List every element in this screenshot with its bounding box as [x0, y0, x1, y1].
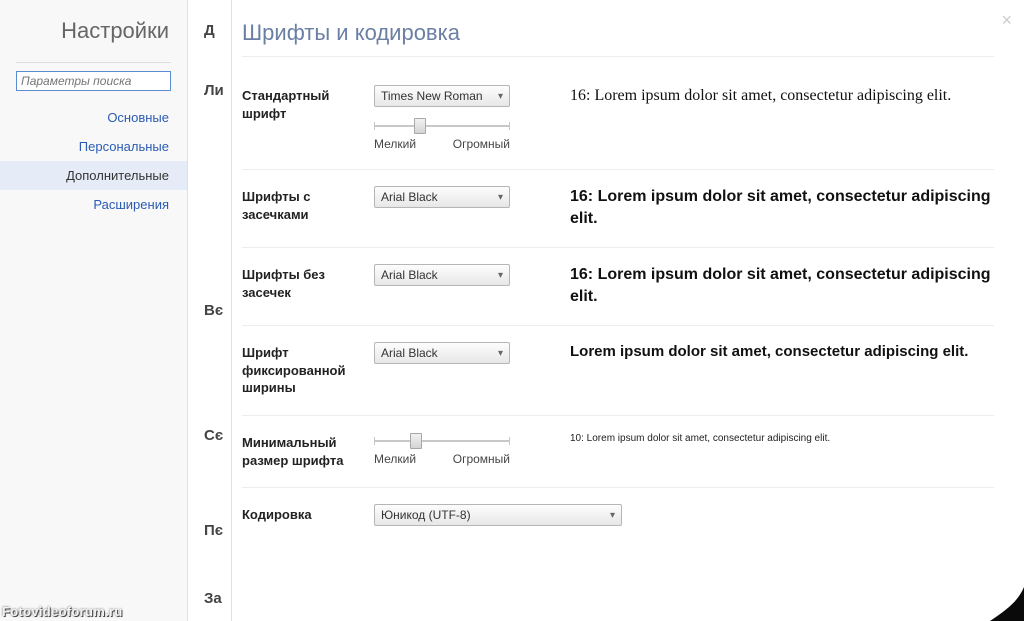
slider-min-label: Мелкий: [374, 452, 416, 466]
mid-label-1: Ли: [204, 82, 230, 99]
serif-font-select[interactable]: Arial Black: [374, 186, 510, 208]
sidebar-title: Настройки: [0, 12, 187, 62]
min-size-slider[interactable]: [374, 432, 510, 450]
sidebar-nav: Основные Персональные Дополнительные Рас…: [0, 103, 187, 219]
slider-thumb-icon[interactable]: [414, 118, 426, 134]
row-label-standard: Стандартный шрифт: [242, 85, 374, 151]
standard-font-preview: 16: Lorem ipsum dolor sit amet, consecte…: [534, 85, 994, 151]
row-min-size: Минимальный размер шрифта Мелкий Огромны…: [242, 422, 994, 488]
sans-font-preview: 16: Lorem ipsum dolor sit amet, consecte…: [534, 264, 994, 307]
serif-font-value: Arial Black: [381, 190, 438, 204]
mid-label-5: За: [204, 590, 230, 607]
sans-font-value: Arial Black: [381, 268, 438, 282]
sidebar-divider: [16, 62, 171, 63]
sans-font-select[interactable]: Arial Black: [374, 264, 510, 286]
row-label-minsize: Минимальный размер шрифта: [242, 432, 374, 469]
row-standard-font: Стандартный шрифт Times New Roman Мелкий…: [242, 75, 994, 170]
slider-min-label: Мелкий: [374, 137, 416, 151]
underlying-panel-strip: Д Ли Вє Сє Пє За: [188, 0, 232, 621]
serif-font-preview: 16: Lorem ipsum dolor sit amet, consecte…: [534, 186, 994, 229]
fixed-font-preview: Lorem ipsum dolor sit amet, consectetur …: [534, 342, 994, 397]
sidebar-item-general[interactable]: Основные: [0, 103, 187, 132]
row-label-encoding: Кодировка: [242, 504, 374, 526]
panel-title: Шрифты и кодировка: [242, 20, 994, 57]
encoding-select[interactable]: Юникод (UTF-8): [374, 504, 622, 526]
settings-sidebar: Настройки Основные Персональные Дополнит…: [0, 0, 188, 621]
encoding-value: Юникод (UTF-8): [381, 508, 471, 522]
fixed-font-select[interactable]: Arial Black: [374, 342, 510, 364]
row-serif-font: Шрифты с засечками Arial Black 16: Lorem…: [242, 176, 994, 248]
watermark-text: Fotovideoforum.ru: [2, 604, 123, 619]
mid-label-3: Сє: [204, 427, 230, 444]
row-fixed-font: Шрифт фиксированной ширины Arial Black L…: [242, 332, 994, 416]
search-input[interactable]: [16, 71, 171, 91]
row-encoding: Кодировка Юникод (UTF-8): [242, 494, 994, 544]
standard-font-select[interactable]: Times New Roman: [374, 85, 510, 107]
fonts-encoding-panel: × Шрифты и кодировка Стандартный шрифт T…: [232, 0, 1024, 621]
standard-font-value: Times New Roman: [381, 89, 483, 103]
corner-decoration: [990, 587, 1024, 621]
fixed-font-value: Arial Black: [381, 346, 438, 360]
close-icon[interactable]: ×: [1001, 10, 1012, 31]
standard-font-size-slider[interactable]: [374, 117, 510, 135]
mid-label-2: Вє: [204, 302, 230, 319]
mid-label-4: Пє: [204, 522, 230, 539]
slider-max-label: Огромный: [453, 137, 510, 151]
minsize-preview: 10: Lorem ipsum dolor sit amet, consecte…: [534, 432, 994, 469]
mid-label-0: Д: [204, 22, 230, 39]
slider-max-label: Огромный: [453, 452, 510, 466]
sidebar-item-personal[interactable]: Персональные: [0, 132, 187, 161]
sidebar-item-extensions[interactable]: Расширения: [0, 190, 187, 219]
row-label-fixed: Шрифт фиксированной ширины: [242, 342, 374, 397]
row-label-serif: Шрифты с засечками: [242, 186, 374, 229]
row-sans-font: Шрифты без засечек Arial Black 16: Lorem…: [242, 254, 994, 326]
slider-thumb-icon[interactable]: [410, 433, 422, 449]
sidebar-item-advanced[interactable]: Дополнительные: [0, 161, 187, 190]
row-label-sans: Шрифты без засечек: [242, 264, 374, 307]
